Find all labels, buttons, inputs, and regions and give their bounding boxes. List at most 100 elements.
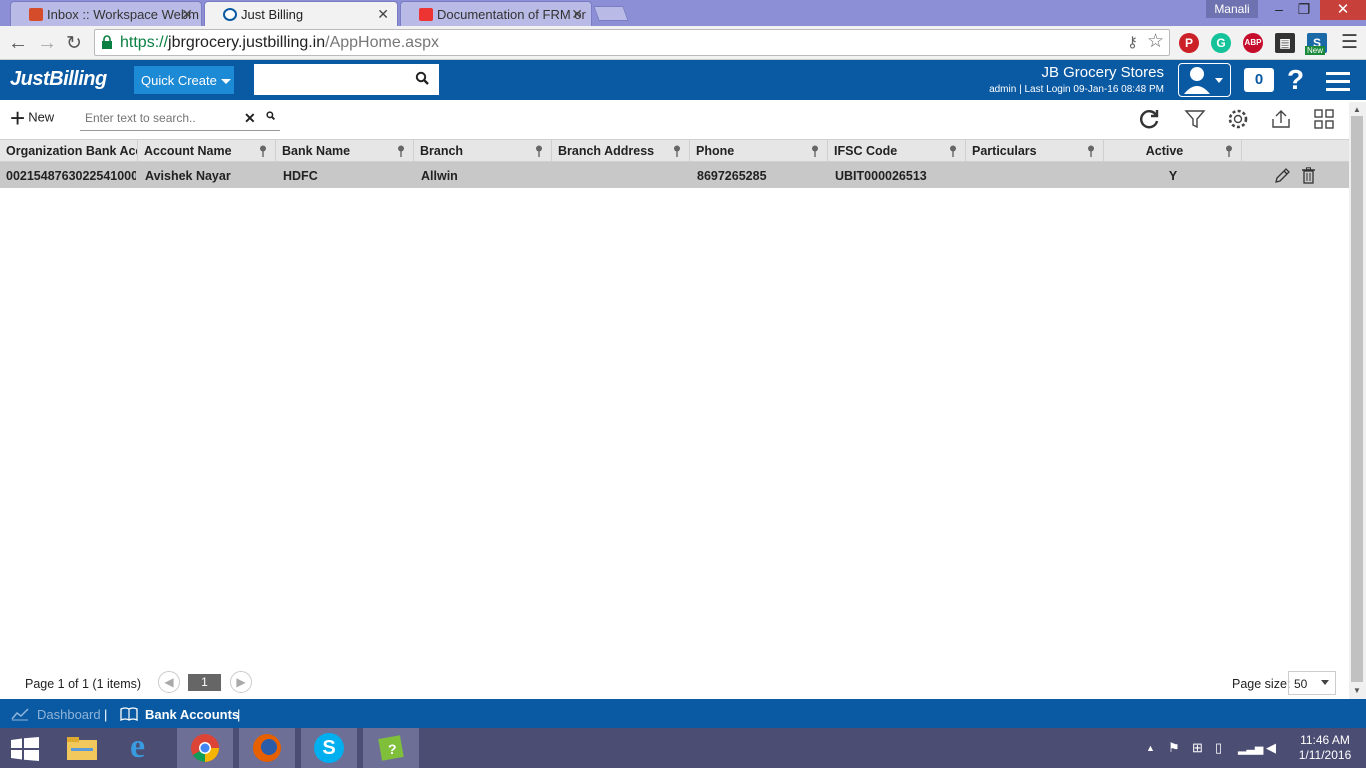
footer-breadcrumb: Dashboard | Bank Accounts | xyxy=(0,699,1366,728)
pin-icon[interactable] xyxy=(535,145,543,157)
reload-icon[interactable]: ↻ xyxy=(66,32,82,55)
search-icon[interactable] xyxy=(415,71,429,85)
chrome-taskbar-icon[interactable] xyxy=(177,728,233,768)
tab-just-billing[interactable]: Just Billing ✕ xyxy=(204,1,398,26)
pin-icon[interactable] xyxy=(259,145,267,157)
export-icon[interactable] xyxy=(1269,107,1293,131)
pin-icon[interactable] xyxy=(949,145,957,157)
pin-icon[interactable] xyxy=(1087,145,1095,157)
windows-logo-tray-icon[interactable]: ⊞ xyxy=(1192,740,1203,756)
forward-icon[interactable]: → xyxy=(37,32,57,55)
column-label: Phone xyxy=(696,144,735,158)
grid-view-icon[interactable] xyxy=(1312,107,1336,131)
company-name: JB Grocery Stores xyxy=(1041,64,1164,81)
new-button[interactable]: + New xyxy=(10,105,54,131)
back-icon[interactable]: ← xyxy=(8,32,28,55)
next-page-icon[interactable]: ▶ xyxy=(230,671,252,693)
notifications-button[interactable]: 0 xyxy=(1244,68,1274,92)
pin-icon[interactable] xyxy=(811,145,819,157)
breadcrumb-dashboard[interactable]: Dashboard xyxy=(37,707,101,722)
cell-org-bank-account: 00215487630225410001 xyxy=(6,169,136,183)
scroll-down-icon[interactable]: ▼ xyxy=(1353,686,1361,695)
app-taskbar-icon[interactable]: ? xyxy=(363,728,419,768)
column-header[interactable]: Branch xyxy=(414,140,552,162)
column-header[interactable]: Organization Bank Acco xyxy=(0,140,138,162)
firefox-taskbar-icon[interactable] xyxy=(239,728,295,768)
action-center-flag-icon[interactable]: ⚑ xyxy=(1168,740,1180,756)
minimize-icon[interactable]: – xyxy=(1266,1,1292,17)
filter-icon[interactable] xyxy=(1183,107,1207,131)
quick-create-button[interactable]: Quick Create xyxy=(134,66,234,94)
clear-icon[interactable]: ✕ xyxy=(244,110,256,127)
key-icon[interactable]: ⚷ xyxy=(1127,33,1138,51)
new-tab-button[interactable] xyxy=(593,6,629,21)
star-icon[interactable]: ☆ xyxy=(1147,30,1164,53)
pin-icon[interactable] xyxy=(673,145,681,157)
new-badge: New xyxy=(1305,46,1326,55)
user-menu-button[interactable] xyxy=(1178,63,1231,97)
tab-title: Inbox :: Workspace Webm xyxy=(47,7,199,22)
header-search-input[interactable] xyxy=(254,64,439,95)
grid-search-input[interactable] xyxy=(80,108,235,128)
column-header[interactable]: IFSC Code xyxy=(828,140,966,162)
close-icon[interactable]: ✕ xyxy=(571,6,583,23)
pin-icon[interactable] xyxy=(397,145,405,157)
breadcrumb-separator: | xyxy=(104,707,108,722)
film-icon[interactable]: ▤ xyxy=(1275,33,1295,53)
app-logo[interactable]: JustBilling xyxy=(10,68,107,91)
pin-icon[interactable] xyxy=(1225,145,1233,157)
gear-icon[interactable] xyxy=(1226,107,1250,131)
restore-icon[interactable]: ❐ xyxy=(1291,1,1317,18)
tab-inbox[interactable]: Inbox :: Workspace Webm ✕ xyxy=(10,1,202,26)
table-row[interactable]: 00215487630225410001 Avishek Nayar HDFC … xyxy=(0,162,1349,188)
search-icon[interactable] xyxy=(266,111,275,120)
trash-icon[interactable] xyxy=(1301,167,1316,184)
device-tray-icon[interactable]: ▯ xyxy=(1215,740,1222,756)
book-icon xyxy=(120,707,138,721)
volume-icon[interactable]: ◀ xyxy=(1266,740,1276,756)
vertical-scrollbar[interactable]: ▲ ▼ xyxy=(1349,102,1366,699)
lock-icon xyxy=(102,35,112,49)
breadcrumb-bank-accounts[interactable]: Bank Accounts xyxy=(145,707,239,722)
profile-name[interactable]: Manali xyxy=(1206,0,1258,18)
scroll-up-icon[interactable]: ▲ xyxy=(1353,105,1361,114)
column-label: Organization Bank Acco xyxy=(6,144,138,158)
hamburger-menu-icon[interactable] xyxy=(1326,72,1350,96)
refresh-icon[interactable] xyxy=(1137,107,1161,131)
system-clock[interactable]: 11:46 AM 1/11/2016 xyxy=(1290,733,1360,763)
column-header[interactable]: Phone xyxy=(690,140,828,162)
column-label: IFSC Code xyxy=(834,144,898,158)
column-header[interactable]: Branch Address xyxy=(552,140,690,162)
tab-documentation[interactable]: Documentation of FRM or ✕ xyxy=(400,1,592,26)
tray-expand-icon[interactable]: ▲ xyxy=(1146,743,1155,753)
cell-ifsc: UBIT000026513 xyxy=(835,169,927,183)
skype-taskbar-icon[interactable]: S xyxy=(301,728,357,768)
current-page-button[interactable]: 1 xyxy=(188,674,221,691)
chrome-menu-icon[interactable]: ☰ xyxy=(1341,31,1358,54)
windows-start-icon[interactable] xyxy=(11,737,39,761)
close-icon[interactable]: ✕ xyxy=(377,6,389,23)
column-header[interactable]: Bank Name xyxy=(276,140,414,162)
column-header[interactable]: Particulars xyxy=(966,140,1104,162)
bank-accounts-grid: Organization Bank Acco Account Name Bank… xyxy=(0,139,1349,188)
breadcrumb-separator: | xyxy=(237,707,241,722)
pinterest-icon[interactable]: P xyxy=(1179,33,1199,53)
column-header[interactable]: Account Name xyxy=(138,140,276,162)
close-icon[interactable]: ✕ xyxy=(181,6,193,23)
edit-pencil-icon[interactable] xyxy=(1274,167,1291,184)
page-size-select[interactable]: 50 xyxy=(1288,671,1336,695)
grammarly-icon[interactable]: G xyxy=(1211,33,1231,53)
file-explorer-icon[interactable] xyxy=(54,728,110,768)
last-login-info: admin | Last Login 09-Jan-16 08:48 PM xyxy=(989,84,1164,95)
network-icon[interactable]: ▂▃▅ xyxy=(1238,742,1263,755)
close-window-button[interactable]: ✕ xyxy=(1320,0,1366,20)
scrollbar-thumb[interactable] xyxy=(1351,116,1363,682)
prev-page-icon[interactable]: ◀ xyxy=(158,671,180,693)
quick-create-label: Quick Create xyxy=(141,73,217,88)
adblock-icon[interactable]: ABP xyxy=(1243,33,1263,53)
internet-explorer-icon[interactable]: e xyxy=(116,728,172,768)
browser-toolbar: ← → ↻ https://jbrgrocery.justbilling.in/… xyxy=(0,26,1366,60)
address-bar[interactable]: https://jbrgrocery.justbilling.in/AppHom… xyxy=(94,29,1170,56)
help-icon[interactable]: ? xyxy=(1287,64,1304,96)
column-header[interactable]: Active xyxy=(1104,140,1242,162)
